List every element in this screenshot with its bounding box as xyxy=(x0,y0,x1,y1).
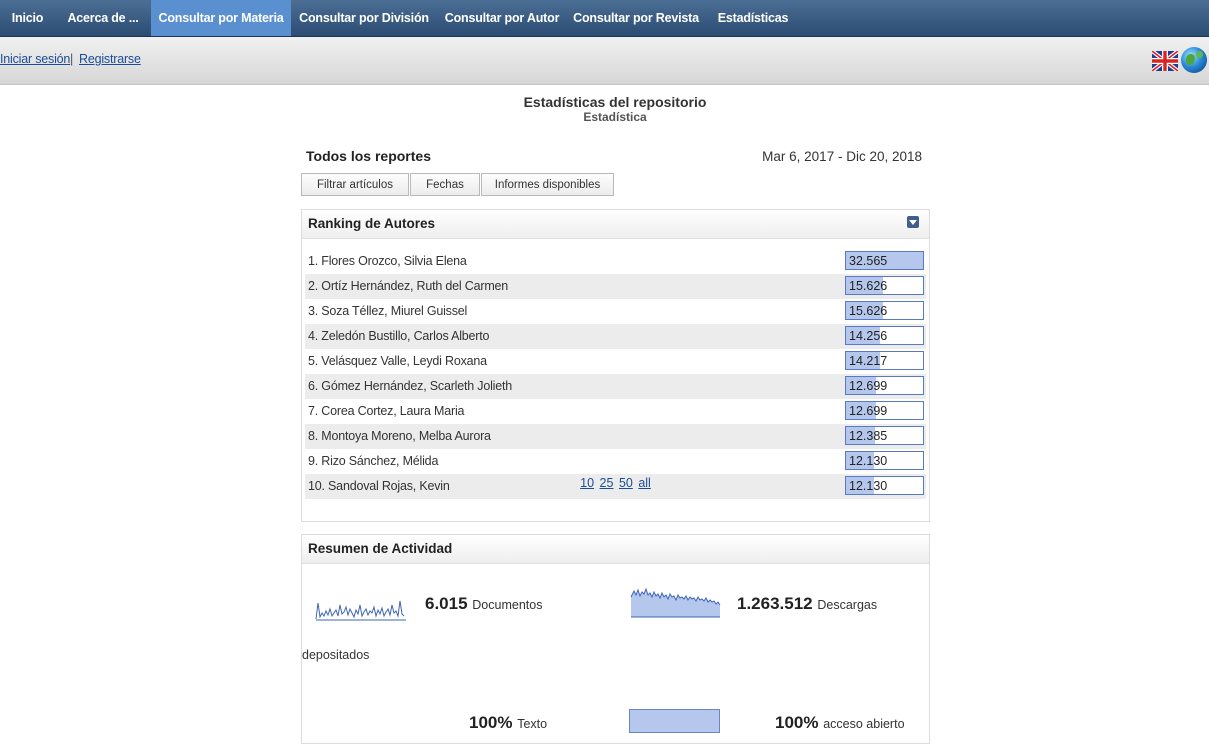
collapse-toggle-icon[interactable] xyxy=(907,216,919,228)
author-name: 1. Flores Orozco, Silvia Elena xyxy=(308,254,467,268)
author-name: 6. Gómez Hernández, Scarleth Jolieth xyxy=(308,379,513,393)
documents-label-continued: depositados xyxy=(302,648,370,662)
ranking-row: 6. Gómez Hernández, Scarleth Jolieth 12.6… xyxy=(305,374,926,399)
reports-title: Todos los reportes xyxy=(306,148,431,164)
downloads-stat: 1.263.512 Descargas xyxy=(737,594,877,614)
documents-stat: 6.015 Documentos xyxy=(425,594,542,614)
download-count-bar: 14.217 xyxy=(845,351,924,370)
download-count-bar: 14.256 xyxy=(845,326,924,345)
openaccess-progress-bar xyxy=(629,709,720,733)
download-count-bar: 12.699 xyxy=(845,401,924,420)
download-count: 15.626 xyxy=(849,304,888,318)
fulltext-label: Texto xyxy=(517,717,548,731)
login-bar: Iniciar sesión | Registrarse xyxy=(0,37,1209,85)
page-size-25-link[interactable]: 25 xyxy=(600,476,614,490)
author-name: 9. Rizo Sánchez, Mélida xyxy=(308,454,439,468)
nav-item-consultar-division[interactable]: Consultar por División xyxy=(291,0,437,36)
documents-count: 6.015 xyxy=(425,594,468,613)
date-range: Mar 6, 2017 - Dic 20, 2018 xyxy=(762,149,922,164)
author-name: 5. Velásquez Valle, Leydi Roxana xyxy=(308,354,487,368)
downloads-count: 1.263.512 xyxy=(737,594,813,613)
ranking-panel-header: Ranking de Autores xyxy=(302,210,929,239)
author-name: 8. Montoya Moreno, Melba Aurora xyxy=(308,429,491,443)
downloads-sparkline-icon xyxy=(630,587,721,618)
ranking-row: 8. Montoya Moreno, Melba Aurora 12.385 xyxy=(305,424,926,449)
download-count: 12.699 xyxy=(849,379,888,393)
top-nav-bar: Inicio Acerca de ... Consultar por Mater… xyxy=(0,0,1209,37)
page-subtitle: Estadística xyxy=(583,110,647,124)
filter-articles-button[interactable]: Filtrar artículos xyxy=(301,173,409,196)
nav-item-inicio[interactable]: Inicio xyxy=(0,0,55,36)
page-size-all-link[interactable]: all xyxy=(638,476,651,490)
ranking-row: 9. Rizo Sánchez, Mélida 12.130 xyxy=(305,449,926,474)
activity-title: Resumen de Actividad xyxy=(308,541,453,556)
download-count: 12.699 xyxy=(849,404,888,418)
download-count-bar: 12.699 xyxy=(845,376,924,395)
dates-button[interactable]: Fechas xyxy=(410,173,480,196)
download-count-bar: 15.626 xyxy=(845,301,924,320)
openaccess-label: acceso abierto xyxy=(823,717,905,731)
ranking-title: Ranking de Autores xyxy=(308,216,436,231)
openaccess-percent: 100% xyxy=(775,713,819,732)
globe-icon[interactable] xyxy=(1181,47,1207,73)
nav-item-consultar-autor[interactable]: Consultar por Autor xyxy=(437,0,567,36)
download-count: 15.626 xyxy=(849,279,888,293)
ranking-row: 4. Zeledón Bustillo, Carlos Alberto 14.25… xyxy=(305,324,926,349)
ranking-row: 2. Ortíz Hernández, Ruth del Carmen 15.62… xyxy=(305,274,926,299)
download-count: 32.565 xyxy=(849,254,888,268)
openaccess-stat: 100% acceso abierto xyxy=(775,713,905,733)
nav-item-acerca[interactable]: Acerca de ... xyxy=(55,0,151,36)
documents-sparkline-icon xyxy=(315,600,406,621)
ranking-row: 1. Flores Orozco, Silvia Elena 32.565 xyxy=(305,249,926,274)
download-count: 12.385 xyxy=(849,429,888,443)
available-reports-button[interactable]: Informes disponibles xyxy=(481,173,614,196)
author-ranking-panel: Ranking de Autores 1. Flores Orozco, Sil… xyxy=(301,209,930,522)
ranking-row: 7. Corea Cortez, Laura Maria 12.699 xyxy=(305,399,926,424)
page-size-10-link[interactable]: 10 xyxy=(580,476,594,490)
author-name: 7. Corea Cortez, Laura Maria xyxy=(308,404,465,418)
nav-item-consultar-revista[interactable]: Consultar por Revista xyxy=(567,0,705,36)
ranking-row: 5. Velásquez Valle, Leydi Roxana 14.217 xyxy=(305,349,926,374)
login-link[interactable]: Iniciar sesión xyxy=(0,52,70,66)
author-name: 4. Zeledón Bustillo, Carlos Alberto xyxy=(308,329,490,343)
page-size-50-link[interactable]: 50 xyxy=(619,476,633,490)
download-count-bar: 12.385 xyxy=(845,426,924,445)
documents-label: Documentos xyxy=(472,598,543,612)
author-name: 3. Soza Téllez, Miurel Guissel xyxy=(308,304,468,318)
page-title: Estadísticas del repositorio xyxy=(523,94,707,110)
uk-flag-icon[interactable] xyxy=(1152,51,1178,71)
fulltext-percent: 100% xyxy=(469,713,513,732)
fulltext-stat: 100% Texto xyxy=(469,713,547,733)
activity-panel-header: Resumen de Actividad xyxy=(302,535,929,564)
download-count: 14.256 xyxy=(849,329,888,343)
register-link[interactable]: Registrarse xyxy=(79,52,141,66)
login-separator: | xyxy=(70,52,74,66)
nav-item-consultar-materia[interactable]: Consultar por Materia xyxy=(151,0,291,36)
download-count-bar: 12.130 xyxy=(845,451,924,470)
download-count: 12.130 xyxy=(849,454,888,468)
nav-item-estadisticas[interactable]: Estadísticas xyxy=(705,0,801,36)
download-count-bar: 32.565 xyxy=(845,251,924,270)
page-size-selector: 10 25 50 all xyxy=(302,476,929,490)
download-count-bar: 15.626 xyxy=(845,276,924,295)
ranking-row: 3. Soza Téllez, Miurel Guissel 15.626 xyxy=(305,299,926,324)
downloads-label: Descargas xyxy=(817,598,878,612)
download-count: 14.217 xyxy=(849,354,888,368)
author-name: 2. Ortíz Hernández, Ruth del Carmen xyxy=(308,279,509,293)
